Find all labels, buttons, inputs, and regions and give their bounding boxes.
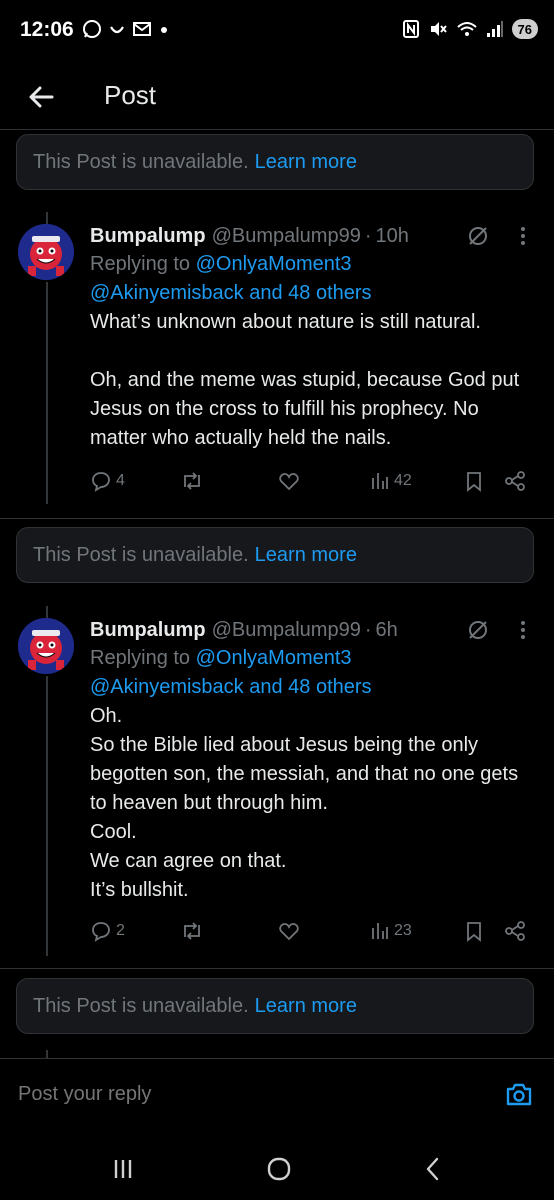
replying-to-others-link[interactable]: @Akinyemisback and 48 others: [90, 676, 372, 698]
replying-to-prefix: Replying to: [90, 647, 191, 669]
view-count: 42: [394, 472, 412, 489]
separator-dot: ·: [364, 618, 372, 641]
bookmark-button[interactable]: [464, 916, 484, 946]
repost-icon: [184, 922, 200, 940]
replying-to-others-link[interactable]: @Akinyemisback and 48 others: [90, 282, 372, 304]
post-time[interactable]: 6h: [376, 619, 398, 642]
views-button[interactable]: 42: [370, 466, 412, 496]
learn-more-link[interactable]: Learn more: [255, 544, 357, 567]
mail-icon: [133, 22, 151, 36]
author-name[interactable]: Bumpalump: [90, 225, 206, 248]
like-button[interactable]: [278, 916, 300, 946]
more-options-icon[interactable]: [516, 224, 530, 248]
reply-composer: [0, 1058, 554, 1134]
thread-line: [46, 606, 48, 618]
camera-icon[interactable]: [504, 1079, 534, 1109]
whatsapp-icon: [83, 20, 101, 38]
home-icon[interactable]: [264, 1154, 294, 1184]
reply-input[interactable]: [18, 1083, 418, 1106]
divider: [0, 968, 554, 969]
reply-icon: [92, 922, 110, 942]
post-actions: 2 23: [90, 916, 534, 946]
divider: [0, 518, 554, 519]
views-button[interactable]: 23: [370, 916, 412, 946]
repost-icon: [184, 472, 200, 490]
status-notification-icons: [82, 19, 170, 39]
author-handle[interactable]: @Bumpalump99: [212, 619, 361, 642]
replying-to: Replying to @OnlyaMoment3: [90, 250, 534, 279]
battery-indicator: 76: [511, 19, 538, 39]
replying-to-more: @Akinyemisback and 48 others: [90, 279, 534, 308]
avatar[interactable]: [18, 224, 74, 280]
author-name[interactable]: Bumpalump: [90, 619, 206, 642]
replying-to-handle[interactable]: @OnlyaMoment3: [196, 647, 352, 669]
thread-line: [46, 676, 48, 956]
learn-more-link[interactable]: Learn more: [255, 151, 357, 174]
share-button[interactable]: [504, 466, 526, 496]
status-system-icons: 76: [402, 19, 538, 39]
replying-to: Replying to @OnlyaMoment3: [90, 644, 534, 673]
unavailable-text: This Post is unavailable.: [33, 543, 249, 566]
bookmark-button[interactable]: [464, 466, 484, 496]
heart-icon: [279, 923, 299, 941]
back-arrow-icon[interactable]: [24, 80, 58, 114]
post-body: Bumpalump @Bumpalump99 · 10h Replying to…: [90, 222, 534, 453]
bookmark-icon: [467, 922, 481, 942]
back-nav-icon[interactable]: [418, 1154, 448, 1184]
grok-icon[interactable]: [466, 618, 490, 642]
grok-icon[interactable]: [466, 224, 490, 248]
kool-aid-avatar-icon: [18, 224, 74, 280]
thread-line: [46, 212, 48, 224]
replying-to-handle[interactable]: @OnlyaMoment3: [196, 253, 352, 275]
repost-button[interactable]: [180, 466, 204, 496]
more-options-icon[interactable]: [516, 618, 530, 642]
post-actions: 4 42: [90, 466, 534, 496]
reply-count: 2: [116, 922, 125, 939]
post-time[interactable]: 10h: [376, 225, 409, 248]
reply-count: 4: [116, 472, 125, 489]
learn-more-link[interactable]: Learn more: [255, 995, 357, 1018]
share-icon: [505, 921, 525, 941]
reply-icon: [92, 472, 110, 492]
post-body: Bumpalump @Bumpalump99 · 6h Replying to …: [90, 616, 534, 905]
repost-button[interactable]: [180, 916, 204, 946]
status-bar: 12:06 76: [0, 0, 554, 64]
author-handle[interactable]: @Bumpalump99: [212, 225, 361, 248]
unavailable-text: This Post is unavailable.: [33, 994, 249, 1017]
thread-line: [46, 282, 48, 504]
post-text: What’s unknown about nature is still nat…: [90, 311, 520, 449]
unavailable-text: This Post is unavailable.: [33, 150, 249, 173]
heart-icon: [279, 473, 299, 491]
reply-button[interactable]: 2: [90, 916, 125, 946]
recent-apps-icon[interactable]: [108, 1154, 138, 1184]
unavailable-post-notice: This Post is unavailable. Learn more: [16, 134, 534, 190]
like-button[interactable]: [278, 466, 300, 496]
avatar[interactable]: [18, 618, 74, 674]
dot-icon: [161, 27, 167, 33]
post-text: Oh. So the Bible lied about Jesus being …: [90, 705, 519, 901]
unavailable-post-notice: This Post is unavailable. Learn more: [16, 978, 534, 1034]
reply-button[interactable]: 4: [90, 466, 125, 496]
views-icon: [372, 473, 388, 489]
replying-to-more: @Akinyemisback and 48 others: [90, 673, 534, 702]
wifi-icon: [456, 22, 477, 36]
voicemail-icon: [110, 26, 124, 34]
view-count: 23: [394, 922, 412, 939]
views-icon: [372, 923, 388, 939]
thread-line: [46, 1050, 48, 1058]
share-button[interactable]: [504, 916, 526, 946]
cell-signal-icon: [486, 21, 503, 37]
header: Post: [0, 64, 554, 130]
kool-aid-avatar-icon: [18, 618, 74, 674]
separator-dot: ·: [364, 224, 372, 247]
unavailable-post-notice: This Post is unavailable. Learn more: [16, 527, 534, 583]
nfc-icon: [402, 20, 419, 38]
vibrate-mute-icon: [430, 22, 447, 36]
status-time: 12:06: [20, 18, 74, 41]
system-nav-bar: [0, 1134, 554, 1200]
bookmark-icon: [467, 472, 481, 492]
share-icon: [505, 471, 525, 491]
replying-to-prefix: Replying to: [90, 253, 191, 275]
page-title: Post: [104, 80, 157, 110]
